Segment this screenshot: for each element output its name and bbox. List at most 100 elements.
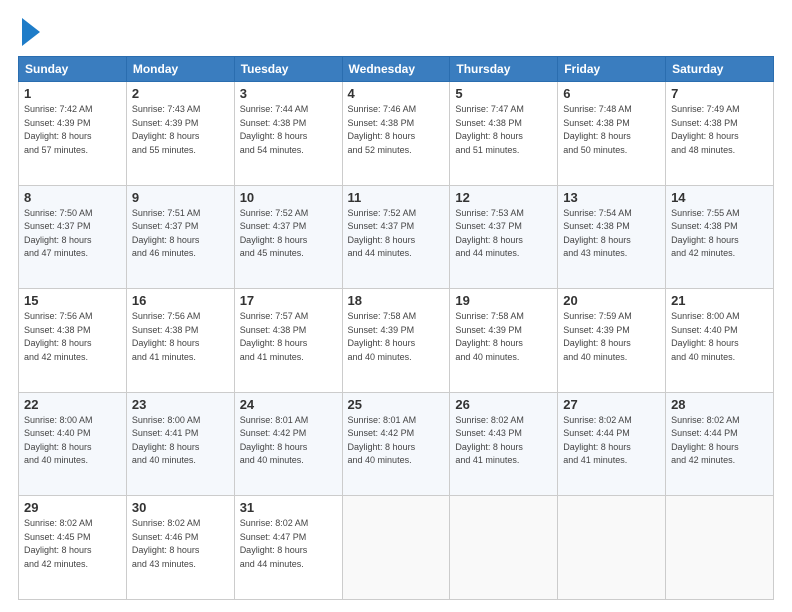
day-info: Sunrise: 7:51 AMSunset: 4:37 PMDaylight:… [132,207,229,261]
day-number: 28 [671,397,768,412]
day-info: Sunrise: 8:00 AMSunset: 4:41 PMDaylight:… [132,414,229,468]
day-number: 16 [132,293,229,308]
day-number: 12 [455,190,552,205]
calendar-cell: 7 Sunrise: 7:49 AMSunset: 4:38 PMDaylight… [666,82,774,186]
day-info: Sunrise: 7:43 AMSunset: 4:39 PMDaylight:… [132,103,229,157]
calendar-cell: 3 Sunrise: 7:44 AMSunset: 4:38 PMDaylight… [234,82,342,186]
day-info: Sunrise: 7:48 AMSunset: 4:38 PMDaylight:… [563,103,660,157]
calendar-cell: 5Sunrise: 7:47 AMSunset: 4:38 PMDaylight… [450,82,558,186]
day-number: 10 [240,190,337,205]
calendar-cell: 23 Sunrise: 8:00 AMSunset: 4:41 PMDayligh… [126,392,234,496]
day-number: 6 [563,86,660,101]
weekday-header-tuesday: Tuesday [234,57,342,82]
calendar-cell: 9 Sunrise: 7:51 AMSunset: 4:37 PMDaylight… [126,185,234,289]
day-info: Sunrise: 7:52 AMSunset: 4:37 PMDaylight:… [348,207,445,261]
calendar-cell: 17 Sunrise: 7:57 AMSunset: 4:38 PMDayligh… [234,289,342,393]
day-info: Sunrise: 7:50 AMSunset: 4:37 PMDaylight:… [24,207,121,261]
weekday-header-friday: Friday [558,57,666,82]
day-info: Sunrise: 7:58 AMSunset: 4:39 PMDaylight:… [455,310,552,364]
calendar-cell: 24Sunrise: 8:01 AMSunset: 4:42 PMDayligh… [234,392,342,496]
day-number: 23 [132,397,229,412]
calendar-cell: 15 Sunrise: 7:56 AMSunset: 4:38 PMDayligh… [19,289,127,393]
day-info: Sunrise: 8:02 AMSunset: 4:45 PMDaylight:… [24,517,121,571]
calendar-week-row: 22 Sunrise: 8:00 AMSunset: 4:40 PMDayligh… [19,392,774,496]
calendar-cell [342,496,450,600]
calendar-cell [666,496,774,600]
day-info: Sunrise: 8:02 AMSunset: 4:43 PMDaylight:… [455,414,552,468]
weekday-header-saturday: Saturday [666,57,774,82]
calendar-header: SundayMondayTuesdayWednesdayThursdayFrid… [19,57,774,82]
calendar-cell: 28 Sunrise: 8:02 AMSunset: 4:44 PMDayligh… [666,392,774,496]
calendar-cell [558,496,666,600]
day-info: Sunrise: 8:00 AMSunset: 4:40 PMDaylight:… [24,414,121,468]
calendar-cell: 18Sunrise: 7:58 AMSunset: 4:39 PMDayligh… [342,289,450,393]
day-info: Sunrise: 8:01 AMSunset: 4:42 PMDaylight:… [348,414,445,468]
day-info: Sunrise: 8:02 AMSunset: 4:44 PMDaylight:… [563,414,660,468]
day-number: 1 [24,86,121,101]
logo [18,18,40,46]
day-number: 27 [563,397,660,412]
calendar-cell: 6 Sunrise: 7:48 AMSunset: 4:38 PMDaylight… [558,82,666,186]
calendar-week-row: 29Sunrise: 8:02 AMSunset: 4:45 PMDayligh… [19,496,774,600]
day-info: Sunrise: 7:47 AMSunset: 4:38 PMDaylight:… [455,103,552,157]
weekday-header-sunday: Sunday [19,57,127,82]
day-info: Sunrise: 8:02 AMSunset: 4:44 PMDaylight:… [671,414,768,468]
calendar-body: 1 Sunrise: 7:42 AMSunset: 4:39 PMDaylight… [19,82,774,600]
day-info: Sunrise: 7:42 AMSunset: 4:39 PMDaylight:… [24,103,121,157]
calendar-cell: 1 Sunrise: 7:42 AMSunset: 4:39 PMDaylight… [19,82,127,186]
day-number: 7 [671,86,768,101]
day-number: 8 [24,190,121,205]
calendar-cell: 13 Sunrise: 7:54 AMSunset: 4:38 PMDayligh… [558,185,666,289]
day-info: Sunrise: 7:53 AMSunset: 4:37 PMDaylight:… [455,207,552,261]
day-number: 22 [24,397,121,412]
day-number: 4 [348,86,445,101]
weekday-header-row: SundayMondayTuesdayWednesdayThursdayFrid… [19,57,774,82]
calendar-cell [450,496,558,600]
day-number: 11 [348,190,445,205]
day-info: Sunrise: 7:59 AMSunset: 4:39 PMDaylight:… [563,310,660,364]
calendar-cell: 8 Sunrise: 7:50 AMSunset: 4:37 PMDaylight… [19,185,127,289]
day-number: 3 [240,86,337,101]
calendar-cell: 4 Sunrise: 7:46 AMSunset: 4:38 PMDaylight… [342,82,450,186]
calendar-cell: 25Sunrise: 8:01 AMSunset: 4:42 PMDayligh… [342,392,450,496]
calendar-table: SundayMondayTuesdayWednesdayThursdayFrid… [18,56,774,600]
day-number: 26 [455,397,552,412]
day-number: 24 [240,397,337,412]
calendar-cell: 14 Sunrise: 7:55 AMSunset: 4:38 PMDayligh… [666,185,774,289]
calendar-cell: 30Sunrise: 8:02 AMSunset: 4:46 PMDayligh… [126,496,234,600]
day-number: 30 [132,500,229,515]
day-info: Sunrise: 7:54 AMSunset: 4:38 PMDaylight:… [563,207,660,261]
day-number: 9 [132,190,229,205]
weekday-header-monday: Monday [126,57,234,82]
header [18,18,774,46]
day-number: 14 [671,190,768,205]
day-info: Sunrise: 7:56 AMSunset: 4:38 PMDaylight:… [24,310,121,364]
logo-arrow-icon [22,18,40,46]
page: SundayMondayTuesdayWednesdayThursdayFrid… [0,0,792,612]
day-number: 19 [455,293,552,308]
day-number: 31 [240,500,337,515]
day-info: Sunrise: 7:55 AMSunset: 4:38 PMDaylight:… [671,207,768,261]
weekday-header-thursday: Thursday [450,57,558,82]
weekday-header-wednesday: Wednesday [342,57,450,82]
day-info: Sunrise: 7:58 AMSunset: 4:39 PMDaylight:… [348,310,445,364]
day-info: Sunrise: 7:57 AMSunset: 4:38 PMDaylight:… [240,310,337,364]
day-info: Sunrise: 7:44 AMSunset: 4:38 PMDaylight:… [240,103,337,157]
day-number: 17 [240,293,337,308]
day-number: 20 [563,293,660,308]
calendar-cell: 26 Sunrise: 8:02 AMSunset: 4:43 PMDayligh… [450,392,558,496]
calendar-week-row: 15 Sunrise: 7:56 AMSunset: 4:38 PMDayligh… [19,289,774,393]
day-info: Sunrise: 7:46 AMSunset: 4:38 PMDaylight:… [348,103,445,157]
day-number: 2 [132,86,229,101]
calendar-cell: 27 Sunrise: 8:02 AMSunset: 4:44 PMDayligh… [558,392,666,496]
day-number: 15 [24,293,121,308]
day-info: Sunrise: 8:02 AMSunset: 4:47 PMDaylight:… [240,517,337,571]
day-number: 13 [563,190,660,205]
calendar-cell: 16 Sunrise: 7:56 AMSunset: 4:38 PMDayligh… [126,289,234,393]
day-info: Sunrise: 7:49 AMSunset: 4:38 PMDaylight:… [671,103,768,157]
calendar-cell: 21Sunrise: 8:00 AMSunset: 4:40 PMDayligh… [666,289,774,393]
calendar-week-row: 1 Sunrise: 7:42 AMSunset: 4:39 PMDaylight… [19,82,774,186]
day-info: Sunrise: 7:56 AMSunset: 4:38 PMDaylight:… [132,310,229,364]
calendar-cell: 12 Sunrise: 7:53 AMSunset: 4:37 PMDayligh… [450,185,558,289]
calendar-week-row: 8 Sunrise: 7:50 AMSunset: 4:37 PMDaylight… [19,185,774,289]
